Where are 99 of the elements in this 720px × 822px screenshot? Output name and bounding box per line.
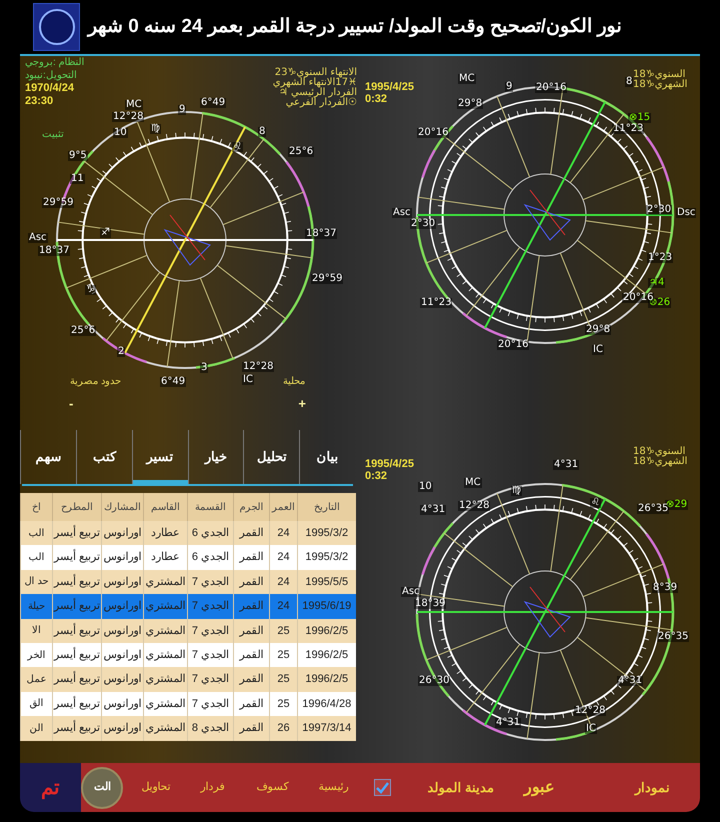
chart-label: ♑ (85, 285, 96, 295)
monthly-label: الشهري♑18 (633, 457, 688, 467)
chart-label: 10 (418, 482, 433, 492)
chart-label: 9 (178, 105, 186, 115)
chart-label: IC (592, 345, 604, 355)
chart-label: 20°16 (535, 83, 568, 93)
annual-label: السنوي♑18 (633, 447, 686, 457)
fix-button[interactable]: تثبيت (42, 130, 64, 140)
borders-label: حدود مصرية (70, 375, 121, 389)
chart-label: ♌ (590, 498, 601, 508)
chart-label: 4°31 (495, 718, 522, 728)
window-title: نور الكون/تصحيح وقت المولد/ تسيير درجة القمر بعمر 24 سنه 0 شهر (88, 14, 622, 39)
toolbar-link[interactable]: كسوف (256, 779, 288, 796)
chart-label: 12°28 (458, 501, 490, 511)
chart-label: 29°59 (42, 198, 74, 208)
increase-button[interactable]: + (294, 394, 310, 414)
chart-label: 11 (70, 174, 85, 184)
chart-date: 1995/4/25 (365, 459, 414, 470)
chart-label: 20°16 (417, 128, 450, 138)
chart-label: 9 (505, 82, 514, 92)
chart-label: MC (464, 478, 482, 488)
chart-label: 2°30 (646, 205, 672, 215)
chart-label: 29°8 (457, 99, 484, 109)
toolbar-link[interactable]: عبور (524, 776, 555, 800)
chart-note: ♓17الانتهاء الشهري (272, 78, 357, 88)
chart-label: Asc (401, 587, 421, 597)
chart-note: ☉الفردار الفرعي (286, 98, 357, 108)
point-label: ♃4 (648, 278, 666, 288)
table-cell: 26 (270, 716, 298, 741)
chart-label: Asc (392, 208, 412, 218)
chart-date: 1995/4/25 (365, 82, 414, 93)
chart-time: 0:32 (365, 94, 388, 105)
chart-label: 4°31 (617, 676, 644, 686)
chart-label: 20°16 (497, 340, 530, 350)
chart-label: 29°8 (585, 325, 612, 335)
toolbar-link[interactable]: مدينة المولد (427, 778, 494, 798)
table-cell: اورانوس (102, 716, 144, 741)
tab[interactable]: تسير (132, 430, 188, 484)
conversion-label: التحويل:نيبود (25, 71, 77, 81)
birth-time: 23:30 (25, 96, 54, 107)
chart-label: IC (585, 724, 597, 734)
chart-label: 29°59 (311, 274, 344, 284)
chart-label: 25°6 (288, 147, 314, 157)
chart-label: 18°37 (38, 246, 70, 256)
app-logo-icon (33, 3, 80, 51)
chart-label: 10 (113, 128, 128, 138)
chart-label: Asc (28, 233, 48, 243)
chart-note: الفردار الرئيسي ♃ (278, 88, 357, 98)
toolbar-link[interactable]: فردار (200, 779, 224, 796)
chart-label: 12°28 (112, 112, 144, 122)
chart-label: 9°5 (68, 151, 88, 161)
chart-label: 3 (200, 363, 208, 373)
chart-label: ♍ (150, 124, 161, 134)
birth-date: 1970/4/24 (25, 83, 74, 94)
chart-time: 0:32 (365, 471, 388, 482)
table-cell: 1997/3/14 (298, 716, 356, 741)
system-label: النظام :بروجي (25, 58, 85, 68)
toolbar-link[interactable]: نمودار (635, 778, 670, 798)
chart-label: 4°31 (420, 505, 446, 515)
chart-label: 6°49 (160, 377, 186, 387)
toolbar-link[interactable]: رئيسية (318, 779, 348, 796)
chart-label: 8°39 (652, 583, 678, 593)
chart-label: 18°37 (305, 229, 338, 239)
chart-label: 18°39 (414, 599, 446, 609)
chart-label: Dsc (676, 208, 696, 218)
chart-label: ♍ (511, 486, 522, 496)
table-cell: الجدي 8 (188, 716, 234, 741)
local-label: محلية (283, 375, 305, 389)
chart-label: ♐ (100, 228, 111, 238)
checkbox[interactable] (374, 779, 392, 796)
chart-label: 26°30 (418, 676, 450, 686)
chart-label: 4°31 (553, 460, 580, 470)
chart-label: 11°23 (612, 124, 644, 134)
monthly-label: الشهري♑18 (633, 80, 688, 90)
table-cell: القمر (234, 716, 270, 741)
chart-label: 8 (258, 127, 266, 137)
chart-note: الانتهاء السنوي♑23 (274, 68, 357, 78)
table-cell: الن (20, 716, 52, 741)
chart-label: 2°30 (410, 219, 436, 229)
table-cell: تربيع أيسر (52, 716, 102, 741)
chart-label: 12°28 (242, 362, 274, 372)
chart-label: 12°28 (574, 706, 606, 716)
chart-label: 8 (625, 77, 634, 87)
emblem-button[interactable]: الت (81, 766, 124, 808)
chart-label: 11°23 (420, 298, 452, 308)
point-label: ⊗15 (628, 113, 652, 123)
chart-label: 2 (117, 347, 126, 357)
chart-label: MC (458, 74, 476, 84)
table-cell: المشتري (144, 716, 188, 741)
chart-label: ♌ (232, 142, 243, 152)
chart-label: 25°6 (70, 326, 96, 336)
chart-label: IC (242, 375, 254, 385)
chart-label: MC (125, 100, 143, 110)
chart-label: 1°23 (647, 253, 674, 263)
toolbar-link[interactable]: تحاويل (141, 779, 170, 796)
decrease-button[interactable]: - (65, 394, 78, 414)
chart-label: 26°35 (657, 632, 690, 642)
annual-label: السنوي♑18 (633, 70, 686, 80)
chart-label: 6°49 (200, 98, 226, 108)
